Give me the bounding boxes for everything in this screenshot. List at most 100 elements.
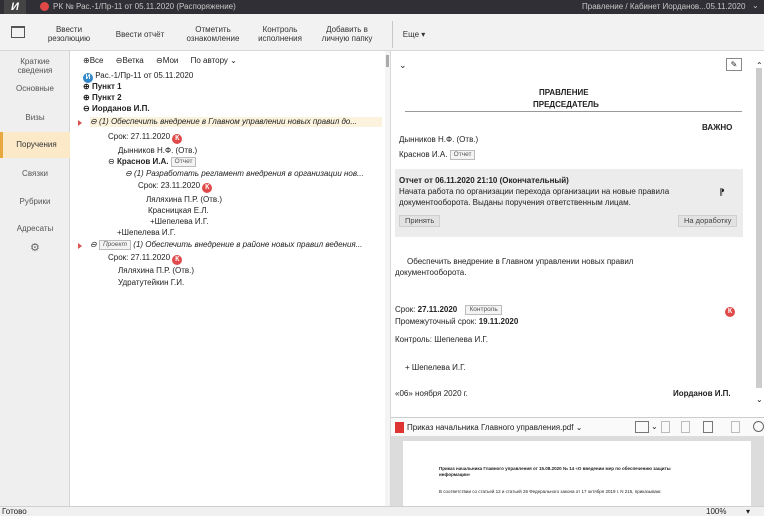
button-label: Контроль <box>262 25 298 34</box>
pdf-file-icon <box>395 422 404 433</box>
tree-item-executor[interactable]: Дынников Н.Ф. (Отв.) <box>118 146 197 156</box>
urgent-mark: ВАЖНО <box>702 123 733 132</box>
chevron-down-icon[interactable]: ⌄ <box>651 422 658 432</box>
tree-item-resolution-3[interactable]: ⊖ Проект (1) Обеспечить внедрение в райо… <box>90 240 362 250</box>
enter-resolution-button[interactable]: Ввести резолюцию <box>44 25 94 43</box>
open-file-icon[interactable] <box>703 421 713 433</box>
tree-item-due: Срок: 27.11.2020 К <box>108 132 183 144</box>
scroll-down-icon[interactable]: ⌄ <box>756 395 763 405</box>
tree-item-author[interactable]: ⊖ Иорданов И.П. <box>83 104 150 114</box>
status-bar: Готово 100% ▾ <box>0 506 764 516</box>
due-date: Срок: 27.11.2020 <box>108 132 171 141</box>
tree-item-executor[interactable]: Удратутейкин Г.И. <box>118 278 184 288</box>
status-text: Готово <box>2 507 27 516</box>
control-badge-icon: К <box>202 183 213 193</box>
tree-item-label: Краснов И.А. <box>116 157 169 166</box>
collapse-icon[interactable]: ⊖ <box>108 157 115 166</box>
title-bar: И РК № Рас.-1/Пр-11 от 05.11.2020 (Распо… <box>0 0 764 14</box>
attach-file-icon[interactable] <box>635 421 649 433</box>
tree-item-executor-report[interactable]: ⊖ Краснов И.А. Отчет <box>108 157 197 167</box>
item-arrow-icon <box>78 243 82 249</box>
tree-item-point-1[interactable]: ⊕ Пункт 1 <box>83 82 122 92</box>
tree-item-executor[interactable]: +Шепелева И.Г. <box>117 228 175 238</box>
tree-item-resolution-1[interactable]: ⊖ (1) Обеспечить внедрение в Главном упр… <box>90 117 382 127</box>
attachment-select[interactable]: Приказ начальника Главного управления.pd… <box>407 423 582 433</box>
button-label: Добавить в <box>326 25 368 34</box>
collapse-icon[interactable]: ⊖ <box>125 169 132 178</box>
collapse-icon[interactable]: ⊖ <box>90 117 97 126</box>
toolbar: Ввести резолюцию Ввести отчёт Отметить о… <box>0 14 764 51</box>
executor-name: Краснов И.А. <box>399 150 448 159</box>
co-executor[interactable]: + Шепелева И.Г. <box>405 363 466 373</box>
tree-item-resolution-2[interactable]: ⊖ (1) Разработать регламент внедрения в … <box>125 169 364 179</box>
mark-acquaintance-button[interactable]: Отметить ознакомление <box>178 25 248 43</box>
tree-doc-label: Рас.-1/Пр-11 от 05.11.2020 <box>95 71 194 80</box>
settings-gear-icon[interactable]: ⚙ <box>30 241 40 254</box>
button-label: Отметить <box>195 25 231 34</box>
detail-scrollbar[interactable]: ⌃ ⌄ <box>753 51 764 411</box>
collapse-icon[interactable]: ⊖ <box>83 104 90 113</box>
pdf-text: В соответствии со статьей 12 и статьей 2… <box>439 489 662 494</box>
tree-item-executor[interactable]: Ляляхина П.Р. (Отв.) <box>146 195 222 205</box>
nav-item-visas[interactable]: Визы <box>0 113 70 122</box>
nav-item-assignments[interactable]: Поручения <box>0 132 70 158</box>
nav-label: сведения <box>17 66 53 75</box>
more-options-icon[interactable] <box>753 421 764 432</box>
zoom-level[interactable]: 100% <box>706 507 726 516</box>
pdf-preview[interactable]: Приказ начальника Главного управления от… <box>391 437 764 506</box>
filter-mine[interactable]: ⊖Мои <box>156 56 178 65</box>
attachment-bar: Приказ начальника Главного управления.pd… <box>391 417 764 437</box>
executor-responsible[interactable]: Дынников Н.Ф. (Отв.) <box>399 135 478 145</box>
filter-branch[interactable]: ⊖Ветка <box>116 56 144 65</box>
interim-label: Промежуточный срок: <box>395 317 477 326</box>
file-menu-icon[interactable] <box>731 421 740 433</box>
filter-by-author[interactable]: По автору ⌄ <box>191 56 237 65</box>
tree-item-label: Иорданов И.П. <box>91 104 150 113</box>
nav-item-summary[interactable]: Краткие сведения <box>0 57 70 75</box>
due-row: Срок: 27.11.2020 Контроль <box>395 305 502 315</box>
tree-item-executor[interactable]: Красницкая Е.Л. <box>148 206 209 216</box>
scrollbar-thumb[interactable] <box>756 68 762 388</box>
tree-item-label: (1) Обеспечить внедрение в районе новых … <box>133 240 363 249</box>
edit-icon[interactable]: ✎ <box>726 58 742 71</box>
nav-item-addressees[interactable]: Адресаты <box>0 224 70 233</box>
attachment-clip-icon[interactable]: ⁋ <box>719 187 725 197</box>
tree-item-executor[interactable]: Ляляхина П.Р. (Отв.) <box>118 266 194 276</box>
nav-item-main[interactable]: Основные <box>0 84 70 93</box>
copy-file-icon[interactable] <box>681 421 690 433</box>
add-to-folder-button[interactable]: Добавить в личную папку <box>312 25 382 43</box>
tree-item-label: (1) Обеспечить внедрение в Главном управ… <box>98 117 358 126</box>
execution-control-button[interactable]: Контроль исполнения <box>249 25 311 43</box>
nav-item-links[interactable]: Связки <box>0 169 70 178</box>
zoom-dropdown-icon[interactable]: ▾ <box>746 507 750 516</box>
button-label: Ввести отчёт <box>115 30 165 39</box>
accept-report-button[interactable]: Принять <box>399 215 441 227</box>
collapse-icon[interactable]: ⊖ <box>90 240 97 249</box>
scrollbar-thumb[interactable] <box>386 55 389 67</box>
edit-file-icon[interactable] <box>661 421 670 433</box>
pdf-page: Приказ начальника Главного управления от… <box>403 441 751 506</box>
control-tag[interactable]: Контроль <box>465 305 502 315</box>
nav-item-rubrics[interactable]: Рубрики <box>0 197 70 206</box>
assignment-text: документооборота. <box>395 268 467 277</box>
filter-all[interactable]: ⊕Все <box>83 56 104 65</box>
expand-icon[interactable]: ⊕ <box>83 82 90 91</box>
collapse-chevron-icon[interactable]: ⌄ <box>399 60 407 70</box>
cabinet-title: Правление / Кабинет Иорданов... <box>582 2 706 11</box>
tree-item-executor[interactable]: +Шепелева И.Г. <box>150 217 208 227</box>
enter-report-button[interactable]: Ввести отчёт <box>110 30 170 39</box>
draft-tag: Проект <box>98 240 132 250</box>
more-button[interactable]: Еще ▾ <box>399 30 429 39</box>
panel-toggle-icon[interactable] <box>11 26 25 38</box>
chevron-down-icon[interactable]: ⌄ <box>752 1 759 10</box>
tree-item-due: Срок: 27.11.2020 К <box>108 253 183 265</box>
tree-item-point-2[interactable]: ⊕ Пункт 2 <box>83 93 122 103</box>
expand-icon[interactable]: ⊕ <box>83 93 90 102</box>
executor-with-report[interactable]: Краснов И.А. Отчет <box>399 150 476 160</box>
return-for-rework-button[interactable]: На доработку <box>678 215 738 227</box>
due-value: 27.11.2020 <box>417 305 458 314</box>
interim-value: 19.11.2020 <box>478 317 519 326</box>
signer-name: Иорданов И.П. <box>673 389 731 398</box>
tree-item-label: Пункт 1 <box>91 82 122 91</box>
report-tag[interactable]: Отчет <box>449 150 476 160</box>
